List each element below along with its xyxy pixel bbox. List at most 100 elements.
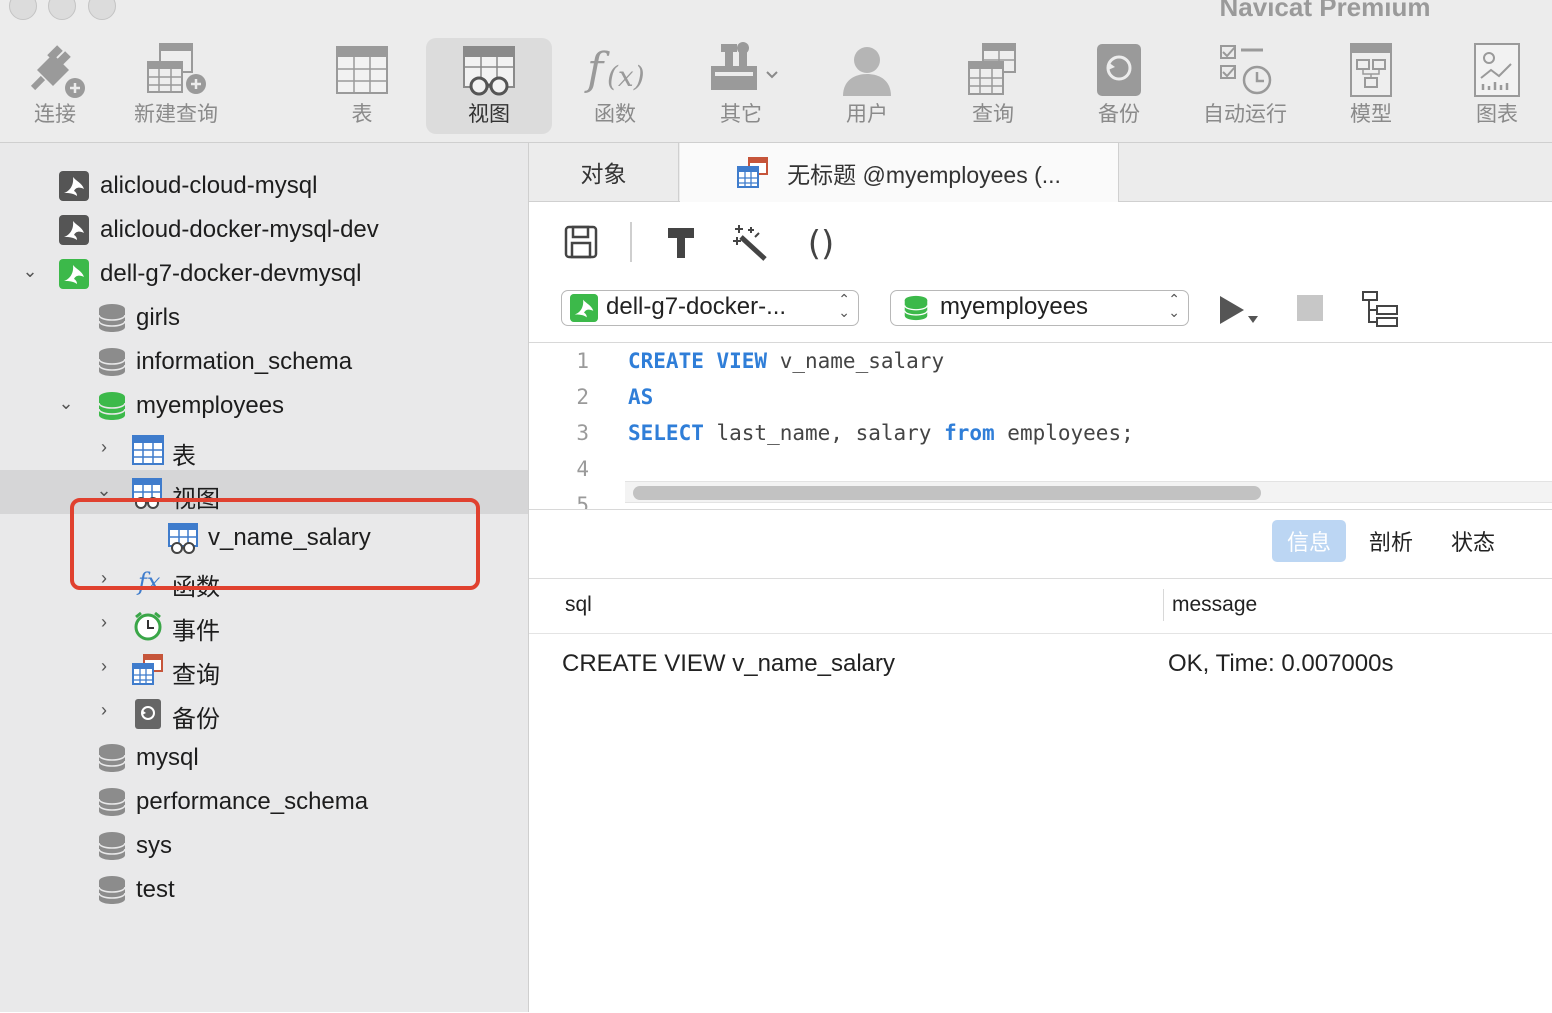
- backup-icon: [1056, 38, 1182, 102]
- tree-label: mysql: [136, 744, 199, 771]
- mysql-connection-icon: [59, 171, 89, 201]
- tree-label: alicloud-cloud-mysql: [100, 172, 318, 199]
- chevron-right-icon[interactable]: ›: [94, 437, 114, 457]
- column-header-message[interactable]: message: [1172, 593, 1257, 617]
- format-sql-button[interactable]: [659, 222, 703, 266]
- explain-button[interactable]: [1361, 290, 1401, 330]
- toolbar-backup-label: 备份: [1098, 103, 1140, 126]
- run-button[interactable]: [1217, 292, 1267, 328]
- toolbar-model-button[interactable]: 模型: [1308, 38, 1434, 134]
- function-icon: f (x): [552, 38, 678, 102]
- tree-label: myemployees: [136, 392, 285, 419]
- database-icon: [97, 347, 127, 377]
- save-icon: [564, 225, 598, 264]
- toolbar-connect-label: 连接: [34, 103, 76, 126]
- tree-label: performance_schema: [136, 788, 369, 815]
- stepper-updown-icon: ⌃ ⌄: [838, 291, 850, 320]
- connection-select[interactable]: dell-g7-docker-... ⌃ ⌄: [561, 290, 859, 326]
- stop-button[interactable]: [1297, 295, 1323, 321]
- connection-select-value: dell-g7-docker-...: [606, 293, 787, 320]
- explain-tree-icon: [1361, 291, 1401, 334]
- toolbar-query-button[interactable]: 查询: [930, 38, 1056, 134]
- horizontal-scrollbar-thumb[interactable]: [633, 486, 1261, 500]
- toolbox-icon: [678, 38, 804, 102]
- sql-editor[interactable]: 1 2 3 4 5 CREATE VIEW v_name_salary AS S…: [529, 343, 1552, 509]
- database-icon: [97, 875, 127, 905]
- tree-connection-alicloud-docker-mysql-dev[interactable]: alicloud-docker-mysql-dev: [0, 207, 528, 251]
- toolbar-table-button[interactable]: 表: [299, 38, 425, 134]
- chevron-right-icon[interactable]: ›: [94, 700, 114, 720]
- tab-info[interactable]: 信息: [1272, 520, 1346, 562]
- toolbar-other-button[interactable]: 其它: [678, 38, 804, 134]
- tree-label: 备份: [172, 706, 220, 733]
- zoom-window-button[interactable]: [88, 0, 116, 20]
- toolbar-view-button[interactable]: 视图: [426, 38, 552, 134]
- database-select[interactable]: myemployees ⌃ ⌄: [890, 290, 1189, 326]
- tree-database-information-schema[interactable]: information_schema: [0, 339, 528, 383]
- alarm-clock-icon: [132, 610, 162, 641]
- tree-connection-alicloud-cloud-mysql[interactable]: alicloud-cloud-mysql: [0, 163, 528, 207]
- segment-label: 信息: [1286, 530, 1331, 555]
- tree-label: sys: [136, 832, 172, 859]
- line-number: 3: [576, 421, 589, 445]
- chevron-down-icon[interactable]: ⌄: [56, 393, 76, 413]
- toolbar-user-button[interactable]: 用户: [804, 38, 930, 134]
- main-toolbar: Navicat Premium 连接 新建查询 表 视图 f (x) 函数 其它…: [0, 0, 1552, 143]
- stepper-updown-icon: ⌃ ⌄: [1168, 291, 1180, 320]
- tab-objects[interactable]: 对象: [529, 143, 679, 201]
- tree-database-mysql[interactable]: mysql: [0, 735, 528, 779]
- beautify-sql-button[interactable]: [729, 222, 773, 266]
- segment-label: 状态: [1450, 530, 1495, 555]
- tree-database-girls[interactable]: girls: [0, 295, 528, 339]
- toolbar-automation-button[interactable]: 自动运行: [1182, 38, 1308, 134]
- toolbar-user-label: 用户: [846, 103, 888, 126]
- toolbar-backup-button[interactable]: 备份: [1056, 38, 1182, 134]
- tree-label: information_schema: [136, 348, 353, 375]
- app-title: Navicat Premium: [1219, 0, 1431, 22]
- tree-database-sys[interactable]: sys: [0, 823, 528, 867]
- toolbar-view-label: 视图: [468, 103, 510, 126]
- tree-label: 事件: [172, 618, 220, 645]
- tab-profile[interactable]: 剖析: [1354, 520, 1428, 562]
- line-number: 2: [576, 385, 589, 409]
- tree-group-tables[interactable]: › 表: [0, 427, 528, 471]
- toolbar-other-label: 其它: [720, 103, 762, 126]
- tree-label: 表: [172, 443, 196, 470]
- model-icon: [1308, 38, 1434, 102]
- chevron-down-icon[interactable]: ⌄: [20, 261, 40, 281]
- toolbar-function-label: 函数: [594, 103, 636, 126]
- tree-group-backups[interactable]: › 备份: [0, 690, 528, 734]
- sql-keyword: AS: [628, 385, 654, 409]
- tab-label: 对象: [580, 161, 627, 187]
- tab-query[interactable]: 无标题 @myemployees (...: [680, 143, 1119, 202]
- tree-group-queries[interactable]: › 查询: [0, 646, 528, 690]
- annotation-highlight-box: [70, 498, 480, 590]
- column-header-sql[interactable]: sql: [565, 593, 592, 617]
- tree-database-test[interactable]: test: [0, 867, 528, 911]
- toolbar-new-query-button[interactable]: 新建查询: [113, 38, 239, 134]
- query-tab-icon: [737, 156, 769, 189]
- toolbar-chart-button[interactable]: 图表: [1434, 38, 1552, 134]
- chevron-right-icon[interactable]: ›: [94, 656, 114, 676]
- tree-database-performance-schema[interactable]: performance_schema: [0, 779, 528, 823]
- wrap-parentheses-button[interactable]: (): [799, 222, 843, 266]
- toolbar-automation-label: 自动运行: [1203, 103, 1287, 126]
- query-icon: [132, 654, 163, 685]
- column-divider[interactable]: [1163, 589, 1164, 621]
- chevron-down-icon[interactable]: ⌄: [94, 480, 114, 500]
- chevron-right-icon[interactable]: ›: [94, 612, 114, 632]
- toolbar-function-button[interactable]: f (x) 函数: [552, 38, 678, 134]
- play-icon: [1217, 296, 1267, 332]
- tree-database-myemployees[interactable]: ⌄ myemployees: [0, 383, 528, 427]
- toolbar-table-label: 表: [351, 103, 373, 126]
- save-button[interactable]: [559, 222, 603, 266]
- toolbar-connect-button[interactable]: 连接: [0, 38, 118, 134]
- tree-label: dell-g7-docker-devmysql: [100, 260, 362, 287]
- chart-icon: [1434, 38, 1552, 102]
- close-window-button[interactable]: [9, 0, 37, 20]
- tree-group-events[interactable]: › 事件: [0, 602, 528, 646]
- tab-status[interactable]: 状态: [1436, 520, 1510, 562]
- minimize-window-button[interactable]: [48, 0, 76, 20]
- table-row[interactable]: CREATE VIEW v_name_salary OK, Time: 0.00…: [529, 638, 1552, 690]
- tree-connection-dell-g7-docker-devmysql[interactable]: ⌄ dell-g7-docker-devmysql: [0, 251, 528, 295]
